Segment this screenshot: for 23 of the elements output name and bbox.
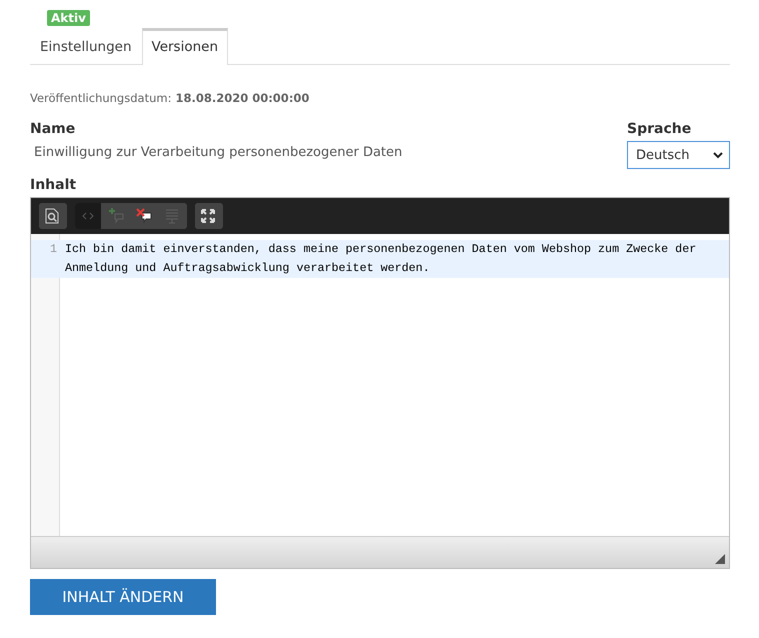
status-badge: Aktiv bbox=[47, 10, 90, 26]
language-select[interactable]: Deutsch bbox=[627, 141, 730, 169]
field-label: Inhalt bbox=[30, 177, 78, 193]
comment-plus-icon bbox=[108, 208, 124, 224]
code-brackets-icon bbox=[82, 212, 94, 220]
date-label: Veröffentlichungsdatum: bbox=[30, 91, 172, 105]
field-label: Name bbox=[30, 121, 76, 137]
comment-cross-icon bbox=[136, 208, 152, 224]
date-value: 18.08.2020 00:00:00 bbox=[175, 91, 310, 105]
tab[interactable]: Versionen bbox=[142, 28, 228, 65]
fullscreen-button[interactable] bbox=[195, 203, 221, 229]
expand-icon bbox=[201, 209, 215, 223]
name-value: Einwilligung zur Verarbeitung personenbezogener Daten bbox=[34, 145, 402, 160]
resize-grip-icon bbox=[715, 554, 725, 564]
preview-button[interactable] bbox=[39, 203, 65, 229]
field-label: Sprache bbox=[627, 121, 692, 137]
line-number: 1 bbox=[48, 241, 57, 258]
code-line: Ich bin damit einverstanden, dass meine personenbezogenen Daten vom Webshop zum Zwecke der Anmeldung und Auftragsabwicklung verarbeitet werden. bbox=[64, 241, 698, 277]
change-content-button[interactable]: INHALT ÄNDERN bbox=[30, 579, 216, 615]
chevron-down-icon bbox=[713, 152, 723, 158]
magnifier-page-icon bbox=[45, 208, 59, 224]
tab[interactable]: Einstellungen bbox=[30, 28, 142, 65]
text-lines-icon bbox=[165, 208, 179, 224]
